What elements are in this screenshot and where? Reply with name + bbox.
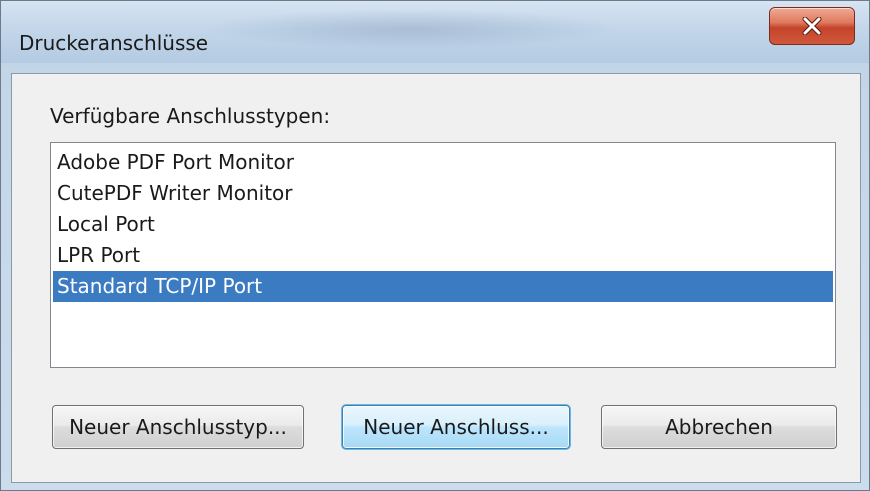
list-item-standard-tcpip-port[interactable]: Standard TCP/IP Port [53,271,833,302]
dialog-window: Druckeranschlüsse Verfügbare Anschlussty… [0,0,870,491]
new-port-button[interactable]: Neuer Anschluss... [342,405,570,449]
cancel-button[interactable]: Abbrechen [601,405,837,449]
port-types-listbox[interactable]: Adobe PDF Port Monitor CutePDF Writer Mo… [50,142,836,368]
dialog-body: Verfügbare Anschlusstypen: Adobe PDF Por… [11,73,861,483]
port-types-label: Verfügbare Anschlusstypen: [50,104,331,128]
close-x-icon [802,17,822,35]
new-port-type-button[interactable]: Neuer Anschlusstyp... [52,405,304,449]
title-bar[interactable]: Druckeranschlüsse [1,1,869,63]
list-item-local-port[interactable]: Local Port [53,209,833,240]
list-item-lpr-port[interactable]: LPR Port [53,240,833,271]
list-item-cutepdf-writer-monitor[interactable]: CutePDF Writer Monitor [53,178,833,209]
window-title: Druckeranschlüsse [19,31,209,55]
close-button[interactable] [769,7,855,45]
list-item-adobe-pdf-port-monitor[interactable]: Adobe PDF Port Monitor [53,147,833,178]
